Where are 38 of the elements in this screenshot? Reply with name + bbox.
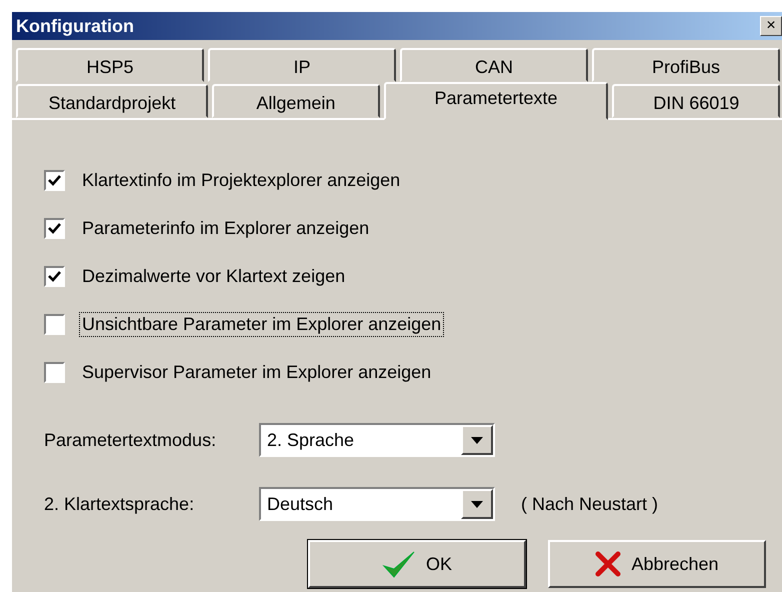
dropdown-value: Deutsch [267, 494, 334, 514]
caret-icon [471, 436, 483, 444]
dropdown-button[interactable] [461, 489, 493, 519]
checkbox[interactable] [44, 218, 65, 238]
tab[interactable]: Allgemein [212, 84, 380, 118]
caret-icon [471, 500, 483, 508]
ok-button[interactable]: OK [308, 540, 526, 588]
dropdown-field[interactable]: 2. Sprache [259, 423, 495, 457]
checkbox[interactable] [44, 362, 65, 382]
cancel-button[interactable]: Abbrechen [548, 540, 766, 588]
tab[interactable]: Parametertexte [384, 82, 608, 120]
note-text: ( Nach Neustart ) [521, 494, 658, 514]
dropdown-button[interactable] [461, 425, 493, 455]
dropdown-field[interactable]: Deutsch [259, 487, 495, 521]
field-label: Parametertextmodus: [44, 430, 218, 450]
tab[interactable]: DIN 66019 [612, 84, 780, 118]
checkbox[interactable] [44, 266, 65, 286]
cross-icon [595, 551, 622, 577]
checkbox-label: Klartextinfo im Projektexplorer anzeigen [81, 168, 402, 192]
close-button[interactable]: × [760, 16, 782, 36]
checkbox[interactable] [44, 314, 65, 334]
field-label: 2. Klartextsprache: [44, 494, 196, 514]
tab[interactable]: CAN [400, 48, 588, 82]
checkbox-label: Dezimalwerte vor Klartext zeigen [81, 264, 346, 288]
checkbox-label: Parameterinfo im Explorer anzeigen [81, 216, 370, 240]
tab[interactable]: HSP5 [16, 48, 204, 82]
checkbox-label: Unsichtbare Parameter im Explorer anzeigen [79, 312, 444, 336]
tab[interactable]: ProfiBus [592, 48, 780, 82]
dropdown-value: 2. Sprache [267, 430, 354, 450]
checkbox-label: Supervisor Parameter im Explorer anzeigen [81, 360, 432, 384]
tab[interactable]: IP [208, 48, 396, 82]
checkmark-icon [382, 549, 416, 579]
checkmark-icon [48, 270, 61, 282]
checkmark-icon [48, 222, 61, 234]
tab[interactable]: Standardprojekt [16, 84, 208, 118]
checkbox[interactable] [44, 170, 65, 190]
checkmark-icon [48, 174, 61, 186]
window-title: Konfiguration [16, 16, 134, 36]
